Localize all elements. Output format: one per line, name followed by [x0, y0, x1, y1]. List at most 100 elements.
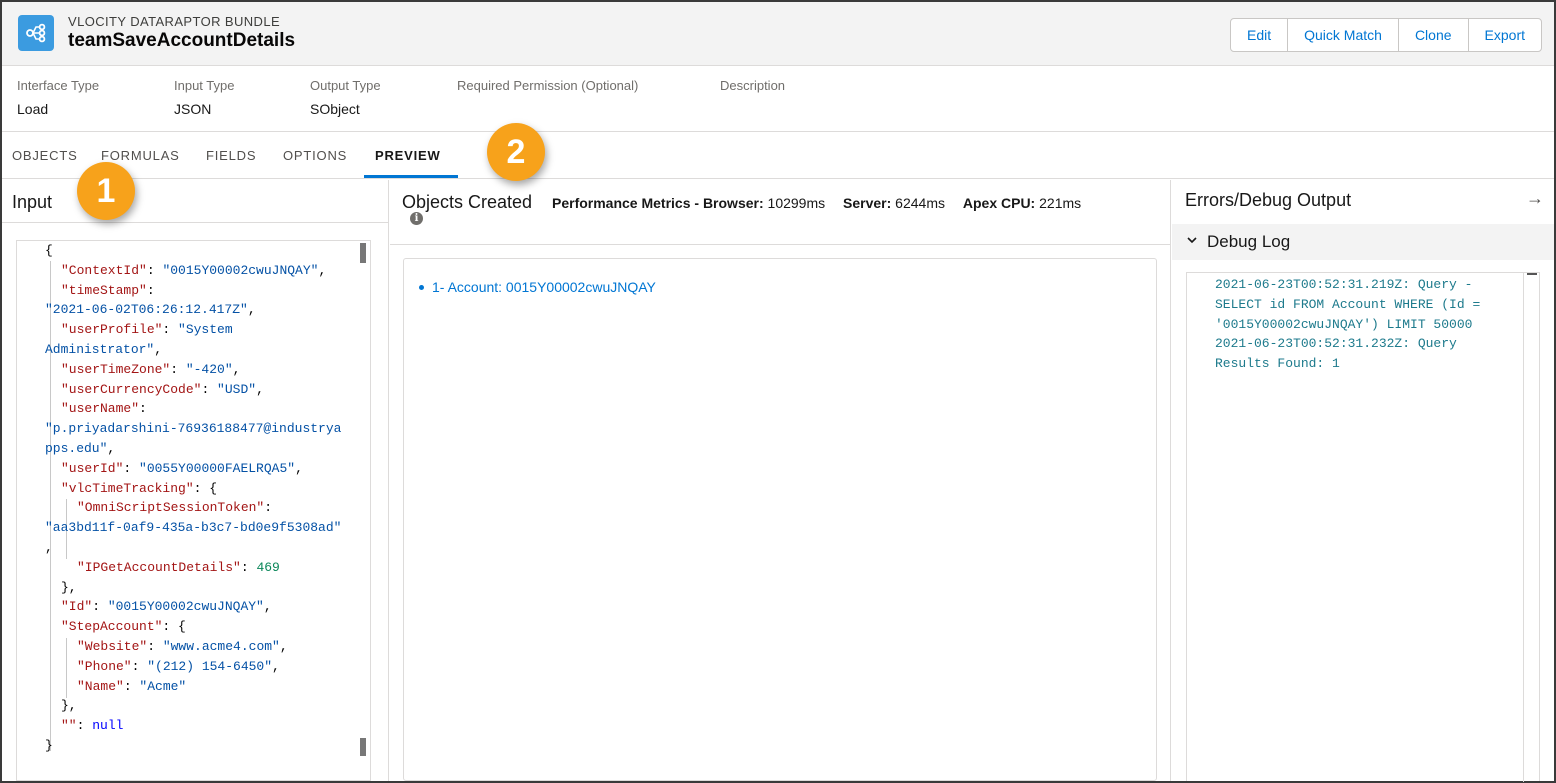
code-token: "-420" [185, 361, 233, 377]
metric-label: Apex CPU: [962, 195, 1036, 211]
tab-fields[interactable]: FIELDS [206, 148, 256, 163]
clone-button[interactable]: Clone [1397, 19, 1468, 51]
code-line: "ContextId": "0015Y00002cwuJNQAY", [45, 261, 355, 281]
code-line: "Phone": "(212) 154-6450", [45, 657, 355, 677]
metric-value: 221ms [1039, 195, 1082, 211]
code-token: : [162, 322, 179, 338]
field-required-permission: Required Permission (Optional) [457, 78, 638, 117]
tab-formulas[interactable]: FORMULAS [101, 148, 180, 163]
field-label: Output Type [310, 78, 381, 93]
code-line: "Name": "Acme" [45, 677, 355, 697]
code-line: "": null [45, 716, 355, 736]
info-icon[interactable]: i [410, 212, 423, 225]
highlights-panel: Interface Type Load Input Type JSON Outp… [2, 66, 1554, 132]
code-token: "StepAccount" [61, 619, 163, 635]
code-line: pps.edu", [45, 439, 355, 459]
action-button-group: Edit Quick Match Clone Export [1230, 18, 1542, 52]
quick-match-button[interactable]: Quick Match [1287, 19, 1398, 51]
code-token: , [272, 658, 280, 674]
code-token: , [154, 341, 163, 357]
code-line: "OmniScriptSessionToken": [45, 498, 355, 518]
code-token: "Phone" [77, 658, 132, 674]
input-panel: Input {"ContextId": "0015Y00002cwuJNQAY"… [2, 180, 389, 781]
code-line: "timeStamp": [45, 281, 355, 301]
code-token: , [318, 262, 327, 278]
field-label: Required Permission (Optional) [457, 78, 639, 93]
divider [390, 244, 1171, 245]
code-line: { [45, 241, 355, 261]
code-token: , [263, 599, 272, 615]
code-token: "IPGetAccountDetails" [77, 559, 241, 575]
code-line: "userName": [45, 399, 355, 419]
code-line: "Id": "0015Y00002cwuJNQAY", [45, 597, 355, 617]
code-token: : [146, 282, 155, 298]
objects-created-panel: Objects Created i Performance Metrics - … [390, 180, 1171, 781]
code-token: "2021-06-02T06:26:12.417Z" [45, 302, 248, 318]
code-token: 469 [256, 559, 280, 575]
code-token: : [240, 559, 257, 575]
code-line: "IPGetAccountDetails": 469 [45, 558, 355, 578]
code-token: : { [193, 480, 218, 496]
objects-list: 1- Account: 0015Y00002cwuJNQAY [403, 258, 1157, 781]
field-description: Description [720, 78, 785, 117]
code-token: "timeStamp" [61, 282, 147, 298]
code-token: "userName" [61, 401, 140, 417]
code-token: "Website" [77, 638, 148, 654]
input-json-code[interactable]: {"ContextId": "0015Y00002cwuJNQAY", "time… [45, 241, 355, 756]
code-token: : [76, 718, 93, 734]
code-line: } [45, 736, 355, 756]
code-token: : [123, 460, 140, 476]
input-json-editor[interactable]: {"ContextId": "0015Y00002cwuJNQAY", "time… [16, 240, 371, 781]
log-scrollbar[interactable] [1523, 273, 1539, 782]
created-object-link[interactable]: 1- Account: 0015Y00002cwuJNQAY [432, 279, 656, 295]
tab-options[interactable]: OPTIONS [283, 148, 347, 163]
editor-scrollbar[interactable] [360, 243, 366, 778]
record-header: VLOCITY DATARAPTOR BUNDLE teamSaveAccoun… [2, 2, 1554, 66]
code-token: "(212) 154-6450" [147, 658, 273, 674]
code-token: "OmniScriptSessionToken" [77, 500, 265, 516]
code-token: "p.priyadarshini-76936188477@industrya [45, 421, 342, 437]
field-label: Input Type [174, 78, 235, 93]
scrollbar-thumb[interactable] [1527, 273, 1537, 275]
code-token: : [139, 401, 147, 417]
code-token: "Acme" [139, 678, 187, 694]
metric-label: Performance Metrics - Browser: [552, 195, 764, 211]
tab-preview[interactable]: PREVIEW [375, 148, 441, 163]
code-token: : [147, 638, 163, 654]
code-token: : { [162, 619, 186, 635]
debug-log-section-header[interactable]: Debug Log [1172, 224, 1554, 260]
code-token: "userId" [61, 460, 124, 476]
code-line: }, [45, 578, 355, 598]
code-token: "0055Y00000FAELRQA5" [139, 460, 296, 476]
code-token: } [45, 737, 53, 753]
scrollbar-thumb[interactable] [360, 243, 366, 263]
code-token: "0015Y00002cwuJNQAY" [162, 262, 319, 278]
debug-panel-title: Errors/Debug Output [1185, 190, 1352, 210]
code-token: , [279, 638, 288, 654]
code-token: "userCurrencyCode" [61, 381, 202, 397]
code-line: "userProfile": "System [45, 320, 355, 340]
field-output-type: Output Type SObject [310, 78, 381, 117]
code-line: "userId": "0055Y00000FAELRQA5", [45, 459, 355, 479]
field-value [720, 101, 785, 117]
code-token: : [131, 658, 148, 674]
code-token: : [92, 599, 108, 615]
tab-objects[interactable]: OBJECTS [12, 148, 78, 163]
objects-created-title: Objects Created [402, 192, 533, 212]
export-button[interactable]: Export [1467, 19, 1541, 51]
code-token: "aa3bd11f-0af9-435a-b3c7-bd0e9f5308ad" [45, 520, 342, 536]
field-value: SObject [310, 101, 360, 117]
edit-button[interactable]: Edit [1231, 19, 1287, 51]
code-token: }, [61, 579, 77, 595]
metric-value: 10299ms [767, 195, 826, 211]
arrow-right-icon[interactable]: → [1526, 188, 1544, 209]
code-token: : [201, 381, 218, 397]
code-line: "Website": "www.acme4.com", [45, 637, 355, 657]
scrollbar-thumb[interactable] [360, 738, 366, 756]
code-line: "aa3bd11f-0af9-435a-b3c7-bd0e9f5308ad" [45, 518, 355, 538]
code-token: "ContextId" [61, 262, 147, 278]
code-token: : [264, 500, 273, 516]
code-line: Administrator", [45, 340, 355, 360]
code-line: , [45, 538, 355, 558]
field-label: Description [720, 78, 786, 93]
